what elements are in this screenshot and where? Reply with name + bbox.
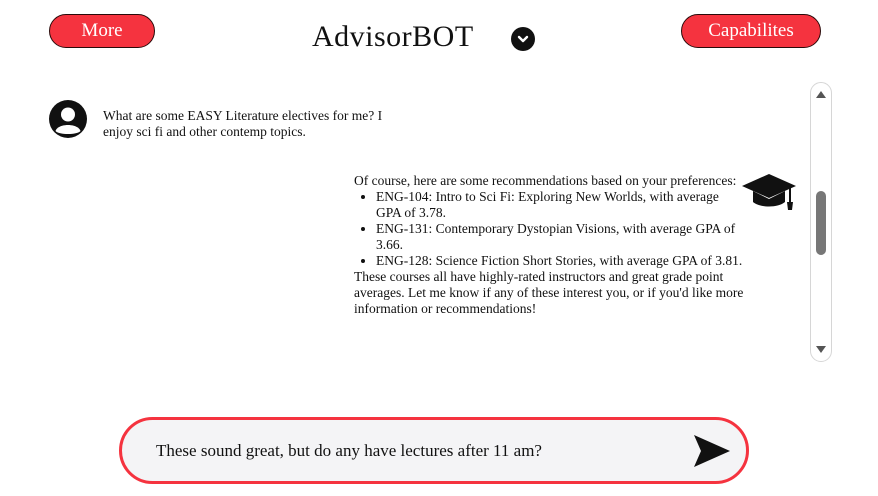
user-message: What are some EASY Literature electives … [103,108,383,139]
bot-intro: Of course, here are some recommendations… [354,173,737,188]
message-composer [119,417,749,484]
graduation-cap-icon [740,172,798,212]
capabilities-button[interactable]: Capabilites [681,14,821,48]
scroll-thumb[interactable] [816,191,826,255]
list-item: ENG-128: Science Fiction Short Stories, … [376,253,744,269]
more-button[interactable]: More [49,14,155,48]
message-input[interactable] [154,439,678,462]
bot-outro: These courses all have highly-rated inst… [354,269,744,316]
list-item: ENG-131: Contemporary Dystopian Visions,… [376,221,744,253]
chevron-down-icon[interactable] [511,27,535,51]
scroll-down-icon[interactable] [816,346,826,353]
page-title: AdvisorBOT [312,20,474,53]
bot-message: Of course, here are some recommendations… [354,173,744,317]
chat-scrollbar[interactable] [810,82,832,362]
chat-history: What are some EASY Literature electives … [0,80,808,400]
list-item: ENG-104: Intro to Sci Fi: Exploring New … [376,189,744,221]
send-icon[interactable] [692,433,732,469]
recommendation-list: ENG-104: Intro to Sci Fi: Exploring New … [354,189,744,269]
user-avatar-icon [49,100,87,138]
scroll-up-icon[interactable] [816,91,826,98]
